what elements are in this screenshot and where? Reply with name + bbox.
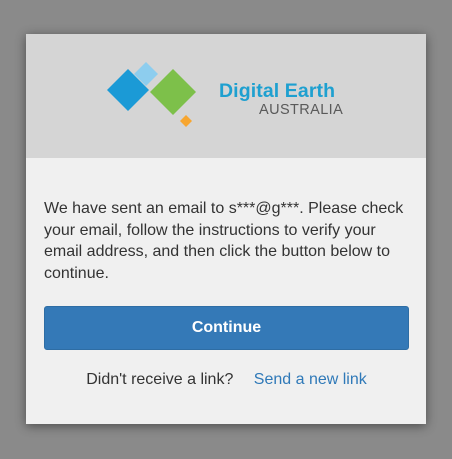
- dialog-header: Digital Earth AUSTRALIA: [26, 34, 426, 158]
- resend-row: Didn't receive a link? Send a new link: [44, 371, 409, 389]
- verification-message: We have sent an email to s***@g***. Plea…: [44, 200, 404, 282]
- dialog-body: We have sent an email to s***@g***. Plea…: [26, 158, 426, 389]
- continue-button[interactable]: Continue: [44, 306, 409, 350]
- digital-earth-australia-logo: Digital Earth AUSTRALIA: [106, 60, 356, 132]
- logo-title: Digital Earth: [219, 80, 336, 102]
- resend-prompt: Didn't receive a link?: [86, 371, 234, 388]
- verification-dialog: Digital Earth AUSTRALIA We have sent an …: [26, 34, 426, 424]
- send-new-link[interactable]: Send a new link: [254, 371, 367, 388]
- logo-mark-icon: [107, 62, 196, 127]
- logo-subtitle: AUSTRALIA: [259, 102, 344, 118]
